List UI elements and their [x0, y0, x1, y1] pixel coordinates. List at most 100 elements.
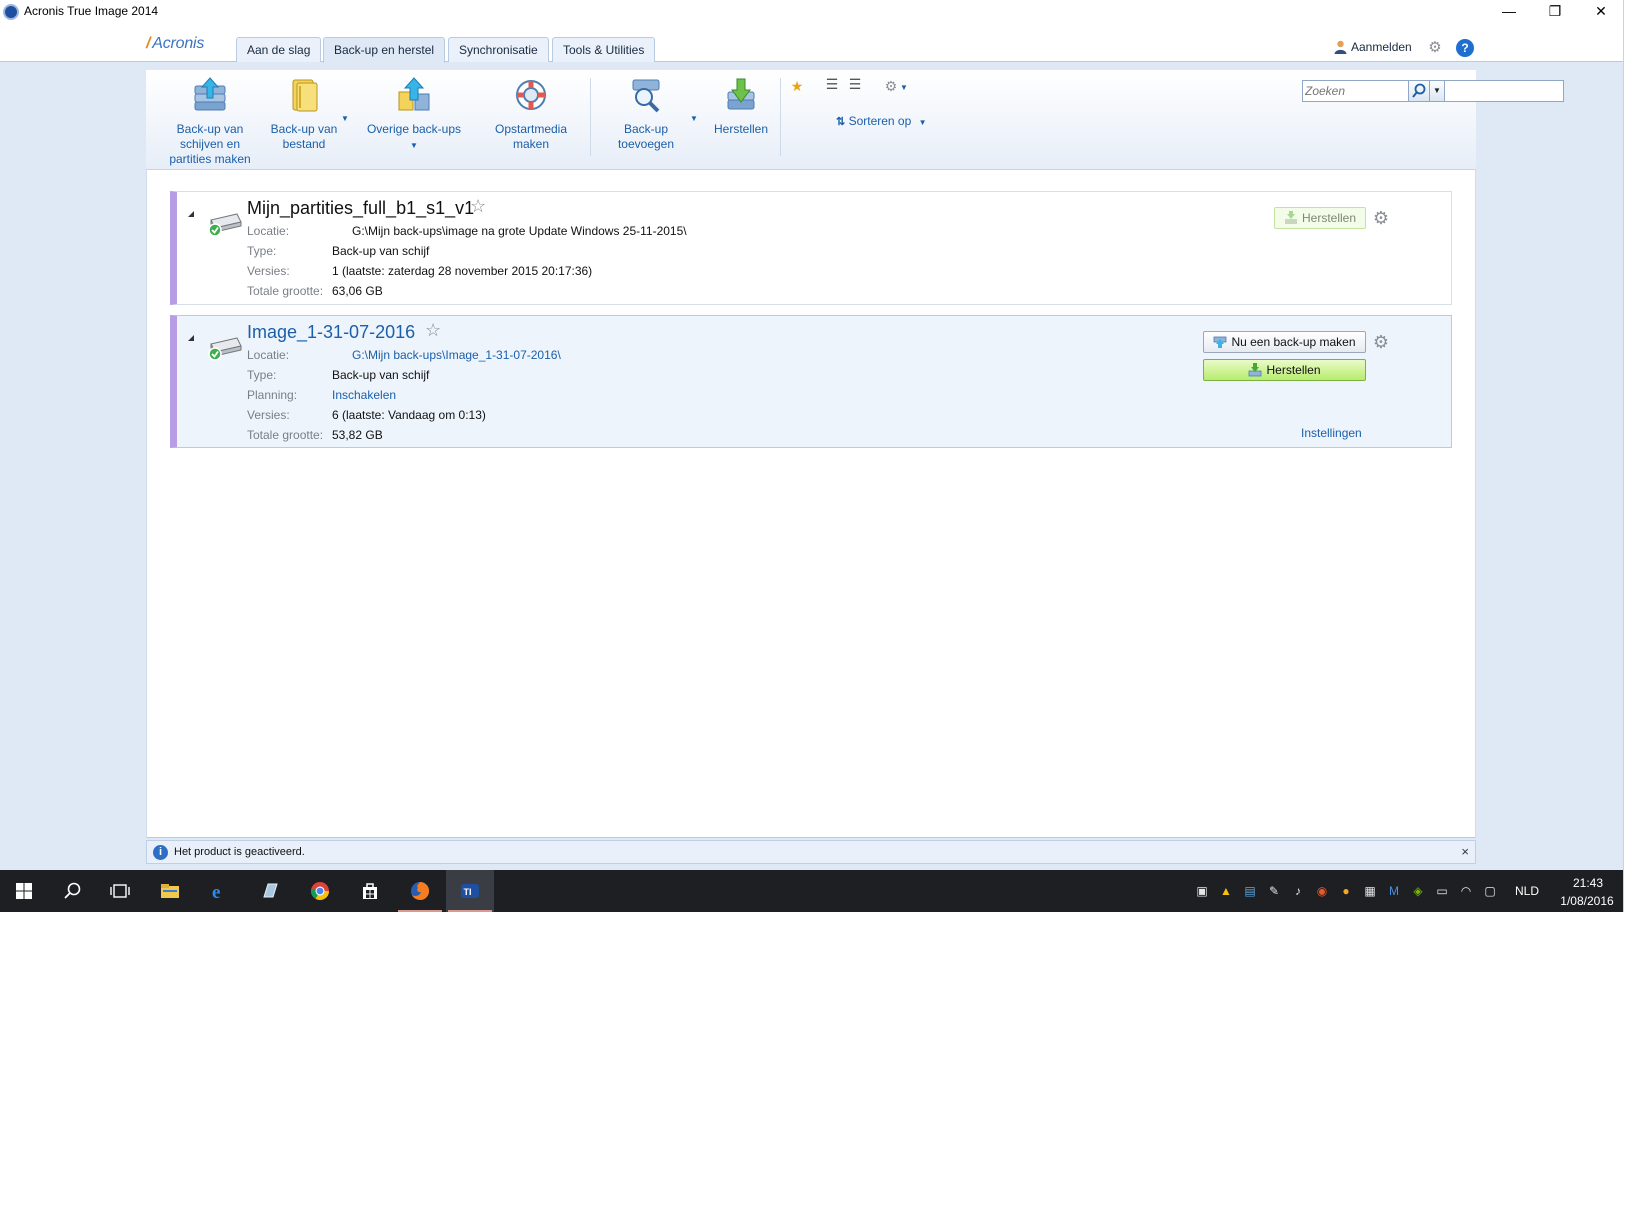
other-backups-button[interactable]: Overige back-ups ▼ — [362, 76, 466, 153]
taskbar-store[interactable] — [346, 870, 394, 912]
total-size-label: Totale grootte: — [247, 284, 324, 298]
info-icon: i — [153, 845, 168, 860]
sort-button[interactable]: ⇅ Sorteren op ▼ — [836, 114, 927, 128]
acronis-logo: / Acronis — [146, 35, 205, 52]
disk-backup-button[interactable]: Back-up van schijven en partities maken — [162, 76, 258, 167]
location-label: Locatie: — [247, 224, 290, 238]
status-close-icon[interactable]: × — [1461, 844, 1469, 859]
battery-icon[interactable]: ▭ — [1434, 883, 1450, 899]
close-button[interactable]: ✕ — [1578, 0, 1623, 24]
taskbar-search-button[interactable] — [48, 870, 96, 912]
settings-link[interactable]: Instellingen — [1301, 426, 1362, 440]
restore-small-icon — [1284, 211, 1297, 224]
status-bar: i Het product is geactiveerd. × — [146, 840, 1476, 864]
clock-date[interactable]: 1/08/2016 — [1552, 894, 1622, 908]
task-view-button[interactable] — [96, 870, 144, 912]
tab-tools-utilities[interactable]: Tools & Utilities — [552, 37, 656, 62]
sort-dropdown-arrow: ▼ — [918, 118, 927, 127]
tray-m-icon[interactable]: M — [1386, 883, 1402, 899]
favorite-star-icon[interactable]: ☆ — [470, 196, 486, 217]
favorite-star-icon[interactable]: ☆ — [425, 320, 441, 341]
lifebuoy-icon — [516, 80, 546, 110]
tray-monitor-icon[interactable]: ▣ — [1194, 883, 1210, 899]
star-icon[interactable]: ★ — [788, 78, 806, 94]
backup-card-1[interactable]: Mijn_partities_full_b1_s1_v1 ☆ Locatie: … — [170, 191, 1452, 305]
taskbar-chrome[interactable] — [296, 870, 344, 912]
file-backup-dropdown-arrow[interactable]: ▼ — [341, 114, 349, 123]
backup-now-button[interactable]: Nu een back-up maken — [1203, 331, 1366, 353]
nvidia-icon[interactable]: ◈ — [1410, 883, 1426, 899]
status-text: Het product is geactiveerd. — [174, 846, 305, 858]
google-drive-icon[interactable]: ▲ — [1218, 883, 1234, 899]
location-value: G:\Mijn back-ups\image na grote Update W… — [352, 224, 687, 238]
restore-toolbar-button[interactable]: Herstellen — [706, 76, 776, 137]
app-window: Acronis True Image 2014 — ❐ ✕ / Acronis A… — [0, 0, 1624, 912]
tray-app-icon[interactable]: ◉ — [1314, 883, 1330, 899]
backup-card-2[interactable]: Image_1-31-07-2016 ☆ Locatie: G:\Mijn ba… — [170, 315, 1452, 448]
help-icon[interactable]: ? — [1456, 39, 1474, 57]
versions-value: 1 (laatste: zaterdag 28 november 2015 20… — [332, 264, 593, 278]
restore-label: Herstellen — [1266, 363, 1321, 377]
schedule-enable-link[interactable]: Inschakelen — [332, 388, 396, 402]
signin-link[interactable]: Aanmelden — [1334, 40, 1412, 54]
tray-orange-icon[interactable]: ● — [1338, 883, 1354, 899]
collapse-toggle[interactable] — [188, 335, 194, 341]
search-dropdown-arrow[interactable]: ▼ — [1429, 80, 1445, 102]
collapse-all-icon[interactable]: ☰ — [823, 76, 841, 92]
taskbar-file-explorer[interactable] — [146, 870, 194, 912]
backup-settings-gear-icon[interactable]: ⚙ — [1371, 208, 1391, 228]
backup-settings-gear-icon[interactable]: ⚙ — [1371, 332, 1391, 352]
firefox-icon — [411, 881, 430, 900]
disk-backup-icon — [208, 213, 242, 237]
tools-gear-icon[interactable]: ⚙ — [882, 78, 900, 94]
taskbar-acronis[interactable]: TI — [446, 870, 494, 912]
search-button[interactable] — [1408, 80, 1430, 102]
total-size-value: 53,82 GB — [332, 428, 383, 442]
notifications-icon[interactable]: ▢ — [1482, 883, 1498, 899]
add-backup-label-1: Back-up — [623, 122, 669, 136]
window-title: Acronis True Image 2014 — [24, 4, 159, 18]
tools-dropdown-arrow[interactable]: ▼ — [900, 83, 908, 92]
clock-time[interactable]: 21:43 — [1566, 876, 1610, 890]
gear-icon[interactable]: ⚙ — [1426, 39, 1444, 57]
add-backup-dropdown-arrow[interactable]: ▼ — [690, 114, 698, 123]
collapse-toggle[interactable] — [188, 211, 194, 217]
restore-button[interactable]: Herstellen — [1274, 207, 1366, 229]
bootable-media-label-2: maken — [512, 137, 550, 151]
tab-aan-de-slag[interactable]: Aan de slag — [236, 37, 322, 62]
backup-list: Mijn_partities_full_b1_s1_v1 ☆ Locatie: … — [146, 170, 1476, 838]
tab-synchronisatie[interactable]: Synchronisatie — [448, 37, 549, 62]
start-button[interactable] — [0, 870, 48, 912]
taskbar-firefox[interactable] — [396, 870, 444, 912]
volume-icon[interactable]: ♪ — [1290, 883, 1306, 899]
tray-device-icon[interactable]: ▦ — [1362, 883, 1378, 899]
backup-title[interactable]: Image_1-31-07-2016 — [247, 322, 415, 343]
tab-back-up-en-herstel[interactable]: Back-up en herstel — [323, 37, 446, 63]
add-backup-button[interactable]: Back-up toevoegen — [606, 76, 686, 152]
restore-button[interactable]: ❐ — [1532, 0, 1578, 24]
backup-title[interactable]: Mijn_partities_full_b1_s1_v1 — [247, 198, 474, 219]
wifi-icon[interactable]: ◠ — [1458, 883, 1474, 899]
tray-pen-icon[interactable]: ✎ — [1266, 883, 1282, 899]
restore-icon — [727, 78, 755, 110]
input-language[interactable]: NLD — [1515, 884, 1539, 898]
restore-button[interactable]: Herstellen — [1203, 359, 1366, 381]
minimize-button[interactable]: — — [1486, 0, 1532, 24]
disk-backup-icon — [194, 77, 226, 111]
location-link[interactable]: G:\Mijn back-ups\Image_1-31-07-2016\ — [352, 348, 561, 362]
type-label: Type: — [247, 368, 277, 382]
toolbar-separator — [780, 78, 781, 156]
toolbar: Back-up van schijven en partities maken … — [146, 70, 1564, 170]
acronis-app-icon: TI — [461, 884, 479, 898]
expand-all-icon[interactable]: ☰ — [846, 76, 864, 92]
file-backup-button[interactable]: Back-up van bestand — [264, 76, 344, 152]
tray-sync-icon[interactable]: ▤ — [1242, 883, 1258, 899]
signin-label: Aanmelden — [1351, 40, 1412, 54]
screen: Acronis True Image 2014 — ❐ ✕ / Acronis A… — [0, 0, 1632, 1224]
taskbar-app[interactable] — [246, 870, 294, 912]
taskbar-edge[interactable]: e — [196, 870, 244, 912]
other-backups-dropdown-arrow: ▼ — [410, 141, 418, 150]
bootable-media-button[interactable]: Opstartmedia maken — [486, 76, 576, 152]
disk-backup-label-2: schijven en — [179, 137, 241, 151]
folder-icon — [292, 79, 318, 112]
